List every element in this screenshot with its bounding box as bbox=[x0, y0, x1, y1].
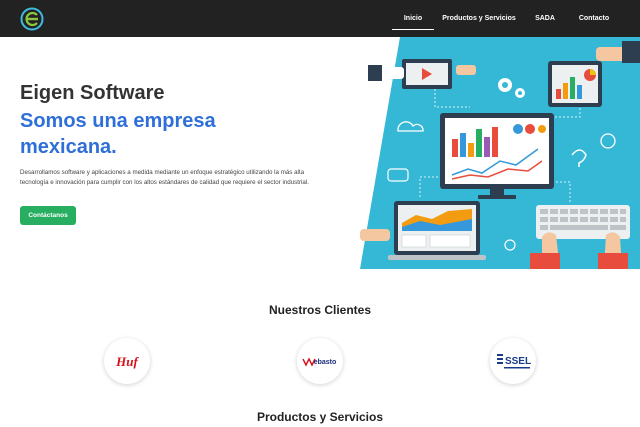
webasto-logo-icon: ebasto bbox=[302, 357, 337, 367]
nav-contacto[interactable]: Contacto bbox=[574, 0, 614, 37]
svg-text:ebasto: ebasto bbox=[314, 359, 337, 366]
nav-inicio[interactable]: Inicio bbox=[392, 0, 434, 37]
contact-button[interactable]: Contáctanos bbox=[20, 206, 76, 225]
huf-logo-icon: Huf bbox=[115, 354, 139, 369]
nav-productos-servicios[interactable]: Productos y Servicios bbox=[442, 0, 516, 37]
client-logo-webasto[interactable]: ebasto bbox=[297, 338, 343, 384]
ssel-logo-icon: SSEL bbox=[497, 354, 531, 369]
hero-subtitle: Somos una empresa mexicana. bbox=[20, 110, 216, 158]
hero-title: Eigen Software bbox=[20, 82, 165, 104]
top-navbar: Inicio Productos y Servicios SADA Contac… bbox=[0, 0, 640, 37]
hero-description: Desarrollamos software y aplicaciones a … bbox=[20, 169, 309, 186]
products-title: Productos y Servicios bbox=[256, 410, 384, 424]
client-logo-ssel[interactable]: SSEL bbox=[490, 338, 536, 384]
nav-sada[interactable]: SADA bbox=[528, 0, 562, 37]
svg-text:SSEL: SSEL bbox=[505, 356, 531, 367]
hero-illustration bbox=[360, 37, 640, 269]
clients-title: Nuestros Clientes bbox=[268, 303, 372, 317]
eigen-logo-icon[interactable] bbox=[20, 7, 44, 31]
client-logo-huf[interactable]: Huf bbox=[104, 338, 150, 384]
svg-text:Huf: Huf bbox=[115, 354, 139, 369]
